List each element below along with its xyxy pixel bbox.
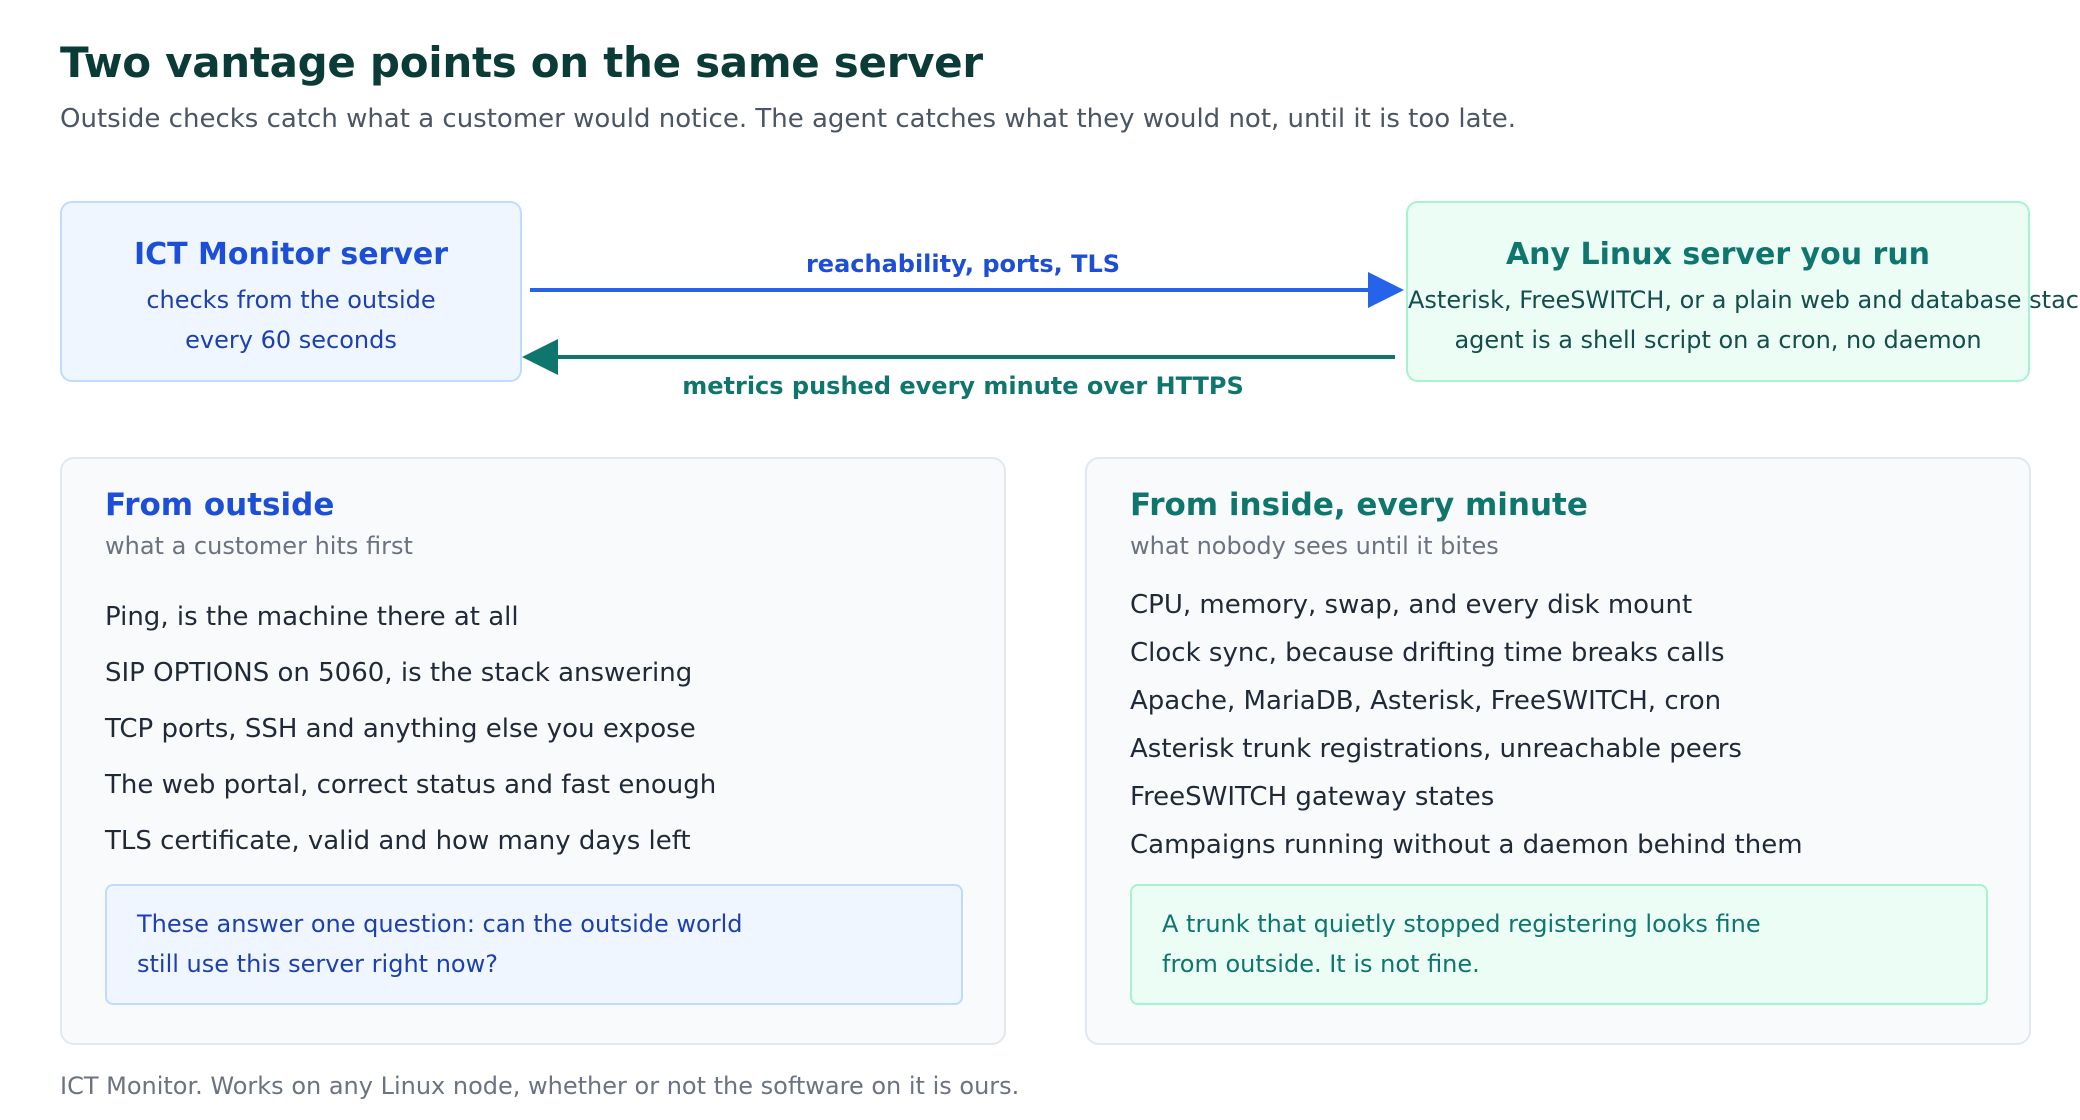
list-item: Ping, is the machine there at all (105, 602, 519, 632)
outside-note: These answer one question: can the outsi… (105, 884, 963, 1005)
inside-check-list: CPU, memory, swap, and every disk mount … (1130, 581, 1803, 869)
inside-checks-panel: From inside, every minute what nobody se… (1085, 457, 2031, 1045)
outside-check-list: Ping, is the machine there at all SIP OP… (105, 589, 716, 869)
list-item: Campaigns running without a daemon behin… (1130, 830, 1803, 860)
list-item: The web portal, correct status and fast … (105, 770, 717, 800)
list-item: TLS certificate, valid and how many days… (105, 826, 691, 856)
inside-note: A trunk that quietly stopped registering… (1130, 884, 1988, 1005)
list-item: SIP OPTIONS on 5060, is the stack answer… (105, 658, 693, 688)
footer-note: ICT Monitor. Works on any Linux node, wh… (60, 1072, 1020, 1100)
list-item: CPU, memory, swap, and every disk mount (1130, 590, 1693, 620)
inbound-arrow-label: metrics pushed every minute over HTTPS (682, 372, 1244, 400)
page-subtitle: Outside checks catch what a customer wou… (60, 104, 1517, 134)
linux-server-box: Any Linux server you run Asterisk, FreeS… (1406, 201, 2080, 382)
inside-note-line: A trunk that quietly stopped registering… (1162, 910, 1761, 938)
outside-checks-panel: From outside what a customer hits first … (60, 457, 1006, 1045)
monitor-server-line: checks from the outside (146, 286, 436, 314)
inbound-arrow (522, 339, 1395, 375)
list-item: Asterisk trunk registrations, unreachabl… (1130, 734, 1742, 764)
list-item: Apache, MariaDB, Asterisk, FreeSWITCH, c… (1130, 686, 1722, 716)
outbound-arrow-head (1368, 272, 1404, 308)
list-item: TCP ports, SSH and anything else you exp… (105, 714, 696, 744)
linux-server-line: agent is a shell script on a cron, no da… (1454, 326, 1982, 354)
monitor-server-title: ICT Monitor server (133, 237, 449, 272)
inside-note-line: from outside. It is not fine. (1162, 950, 1480, 978)
outside-note-line: still use this server right now? (137, 950, 498, 978)
linux-server-title: Any Linux server you run (1505, 237, 1931, 272)
monitor-server-line: every 60 seconds (185, 326, 397, 354)
outside-panel-heading: From outside (105, 487, 335, 523)
outside-panel-subheading: what a customer hits first (105, 532, 413, 560)
inbound-arrow-head (522, 339, 558, 375)
monitor-server-box: ICT Monitor server checks from the outsi… (60, 201, 522, 382)
linux-server-line: Asterisk, FreeSWITCH, or a plain web and… (1408, 286, 2080, 314)
outbound-arrow-label: reachability, ports, TLS (805, 250, 1121, 278)
inside-panel-subheading: what nobody sees until it bites (1130, 532, 1499, 560)
page-title: Two vantage points on the same server (60, 38, 983, 87)
outside-note-line: These answer one question: can the outsi… (137, 910, 743, 938)
list-item: Clock sync, because drifting time breaks… (1130, 638, 1725, 668)
inside-panel-heading: From inside, every minute (1130, 487, 1588, 523)
list-item: FreeSWITCH gateway states (1130, 782, 1495, 812)
